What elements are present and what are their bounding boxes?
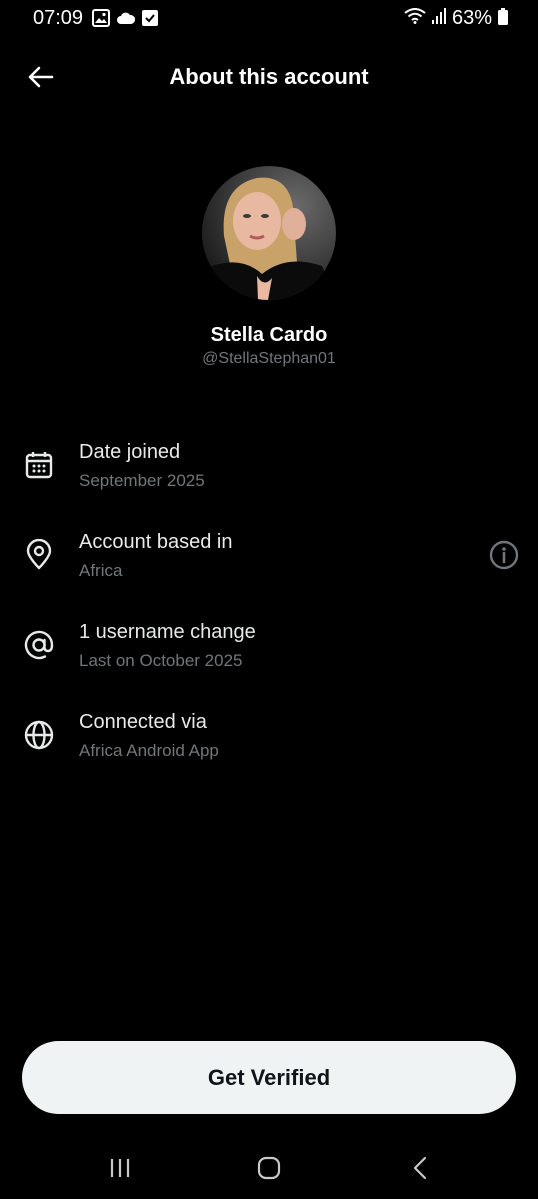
gallery-icon [92, 9, 110, 32]
info-row-account-based-in: Account based in Africa [0, 531, 538, 601]
info-row-connected-via: Connected via Africa Android App [0, 711, 538, 781]
row-subtitle: Last on October 2025 [79, 651, 243, 670]
recent-apps-button[interactable] [100, 1154, 140, 1182]
avatar [202, 166, 336, 300]
row-title: Date joined [79, 441, 181, 463]
row-title: 1 username change [79, 621, 256, 643]
back-icon [413, 1156, 427, 1180]
calendar-icon [25, 452, 53, 479]
home-icon [257, 1156, 281, 1180]
battery-icon [498, 7, 508, 30]
get-verified-button[interactable]: Get Verified [22, 1041, 516, 1114]
recent-apps-icon [110, 1159, 130, 1177]
profile-name: Stella Cardo [210, 324, 328, 346]
navigation-bar [0, 1140, 538, 1199]
nav-back-button[interactable] [400, 1154, 440, 1182]
page-title: About this account [169, 64, 369, 89]
status-time: 07:09 [33, 7, 84, 29]
signal-icon [431, 8, 446, 29]
row-subtitle: Africa Android App [79, 741, 219, 760]
at-sign-icon [24, 630, 54, 660]
row-subtitle: Africa [79, 561, 123, 580]
location-pin-icon [26, 539, 52, 570]
info-icon[interactable] [488, 539, 520, 571]
checkbox-icon [142, 10, 158, 31]
wifi-icon [404, 8, 426, 29]
row-title: Account based in [79, 531, 233, 553]
status-bar: 07:09 63% [0, 0, 538, 38]
cloud-icon [116, 11, 136, 30]
notification-icons [92, 9, 158, 32]
profile-handle: @StellaStephan01 [202, 350, 336, 367]
battery-percentage: 63% [451, 7, 492, 29]
system-status: 63% [404, 7, 508, 30]
header: About this account [0, 50, 538, 106]
row-subtitle: September 2025 [79, 471, 205, 490]
globe-icon [24, 720, 54, 750]
info-row-username-change: 1 username change Last on October 2025 [0, 621, 538, 691]
row-title: Connected via [79, 711, 207, 733]
info-row-date-joined: Date joined September 2025 [0, 441, 538, 511]
home-button[interactable] [249, 1154, 289, 1182]
